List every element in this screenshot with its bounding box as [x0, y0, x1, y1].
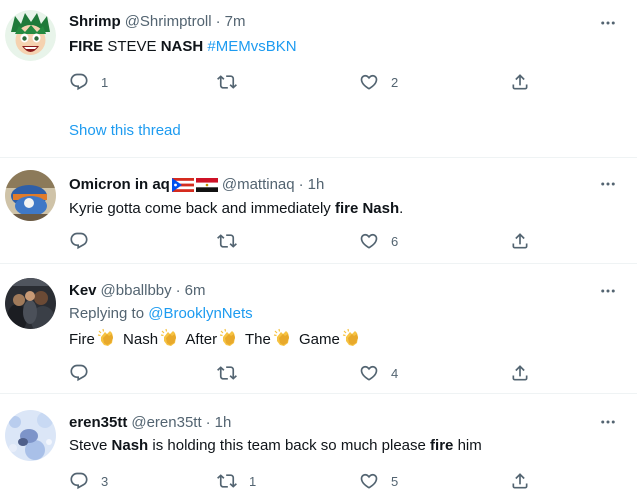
- like-button[interactable]: 6: [359, 230, 398, 252]
- like-count: 4: [391, 365, 399, 381]
- reply-button[interactable]: 1: [69, 71, 108, 93]
- tweet-text-part: Steve: [69, 437, 108, 454]
- like-count: 5: [391, 473, 399, 489]
- share-icon: [510, 471, 530, 491]
- timestamp[interactable]: 1h: [308, 175, 325, 195]
- like-count: 6: [391, 233, 399, 249]
- user-handle[interactable]: @eren35tt: [131, 413, 201, 433]
- reply-button[interactable]: 3: [69, 470, 108, 492]
- replying-to-link[interactable]: @BrooklynNets: [148, 305, 252, 322]
- retweet-count: 1: [249, 473, 257, 489]
- share-button[interactable]: [510, 470, 530, 492]
- tweet-text-part: fire Nash: [334, 200, 400, 217]
- share-icon: [510, 231, 530, 251]
- reply-button[interactable]: [69, 362, 101, 384]
- tweet-text: Kyrie gotta come back and immediately fi…: [69, 199, 403, 219]
- tweet[interactable]: Shrimp @Shrimptroll · 7m FIRE STEVE NASH…: [0, 0, 637, 158]
- display-name[interactable]: eren35tt: [69, 413, 127, 433]
- share-button[interactable]: [510, 71, 530, 93]
- reply-icon: [69, 72, 89, 92]
- tweet-word: The: [244, 331, 271, 348]
- share-button[interactable]: [510, 362, 530, 384]
- clap-emoji: [273, 328, 293, 348]
- separator: ·: [175, 282, 181, 299]
- retweet-icon: [217, 363, 237, 383]
- avatar[interactable]: [5, 170, 56, 221]
- more-icon[interactable]: [598, 13, 618, 33]
- reply-count: 1: [101, 74, 109, 90]
- retweet-icon: [217, 231, 237, 251]
- retweet-button[interactable]: 1: [217, 470, 256, 492]
- more-icon[interactable]: [598, 412, 618, 432]
- reply-count: 3: [101, 473, 109, 489]
- display-name[interactable]: Omicron in aq: [69, 175, 170, 195]
- replying-to-label: Replying to: [69, 305, 145, 322]
- more-icon[interactable]: [598, 174, 618, 194]
- puerto-rico-flag-emoji: [171, 178, 194, 192]
- reply-icon: [69, 363, 89, 383]
- egypt-flag-emoji: [195, 178, 218, 192]
- reply-icon: [69, 231, 89, 251]
- like-icon: [359, 471, 379, 491]
- hashtag-link[interactable]: #MEMvsBKN: [207, 38, 296, 55]
- user-handle[interactable]: @Shrimptroll: [125, 12, 212, 32]
- replying-to: Replying to @BrooklynNets: [69, 304, 253, 324]
- like-button[interactable]: 5: [359, 470, 398, 492]
- retweet-icon: [217, 471, 237, 491]
- tweet-text-part: STEVE: [107, 38, 157, 55]
- like-icon: [359, 72, 379, 92]
- tweet[interactable]: Kev @bballbby · 6m Replying to @Brooklyn…: [0, 264, 637, 394]
- timestamp[interactable]: 7m: [225, 12, 246, 32]
- display-name[interactable]: Kev: [69, 281, 97, 301]
- share-icon: [510, 363, 530, 383]
- share-icon: [510, 72, 530, 92]
- clap-emoji: [160, 328, 180, 348]
- tweet[interactable]: Omicron in aq @mattinaq · 1h Kyrie gotta…: [0, 158, 637, 264]
- like-icon: [359, 363, 379, 383]
- timestamp[interactable]: 1h: [215, 413, 232, 433]
- clap-emoji: [97, 328, 117, 348]
- tweet-text-part: FIRE: [69, 38, 104, 55]
- clap-emoji: [342, 328, 362, 348]
- tweet-text-part: .: [399, 200, 404, 217]
- retweet-button[interactable]: [217, 71, 249, 93]
- tweet-word: Fire: [69, 331, 95, 348]
- tweet[interactable]: eren35tt @eren35tt · 1h Steve Nash is ho…: [0, 394, 637, 498]
- like-button[interactable]: 4: [359, 362, 398, 384]
- separator: ·: [215, 13, 221, 30]
- tweet-word: After: [185, 331, 218, 348]
- user-handle[interactable]: @bballbby: [101, 281, 172, 301]
- tweet-text-part: NASH: [160, 38, 204, 55]
- tweet-text: Steve Nash is holding this team back so …: [69, 436, 482, 456]
- tweet-text: Fire Nash After The Game: [69, 328, 364, 350]
- user-handle[interactable]: @mattinaq: [222, 175, 295, 195]
- tweet-text-part: him: [457, 437, 482, 454]
- tweet-text-part: Kyrie gotta come back and immediately: [69, 200, 331, 217]
- show-thread-link[interactable]: Show this thread: [69, 122, 181, 139]
- avatar[interactable]: [5, 10, 56, 61]
- tweet-text-part: is holding this team back so much please: [152, 437, 426, 454]
- like-count: 2: [391, 74, 399, 90]
- reply-button[interactable]: [69, 230, 101, 252]
- retweet-icon: [217, 72, 237, 92]
- tweet-text-part: Nash: [111, 437, 149, 454]
- display-name[interactable]: Shrimp: [69, 12, 121, 32]
- avatar[interactable]: [5, 410, 56, 461]
- more-icon[interactable]: [598, 281, 618, 301]
- tweet-text-part: fire: [430, 437, 454, 454]
- separator: ·: [298, 176, 304, 193]
- tweet-text: FIRE STEVE NASH #MEMvsBKN: [69, 37, 297, 57]
- tweet-word: Game: [299, 331, 340, 348]
- retweet-button[interactable]: [217, 362, 249, 384]
- reply-icon: [69, 471, 89, 491]
- like-button[interactable]: 2: [359, 71, 398, 93]
- avatar[interactable]: [5, 278, 56, 329]
- clap-emoji: [219, 328, 239, 348]
- like-icon: [359, 231, 379, 251]
- share-button[interactable]: [510, 230, 530, 252]
- retweet-button[interactable]: [217, 230, 249, 252]
- timestamp[interactable]: 6m: [185, 281, 206, 301]
- separator: ·: [205, 414, 211, 431]
- tweet-word: Nash: [123, 331, 159, 348]
